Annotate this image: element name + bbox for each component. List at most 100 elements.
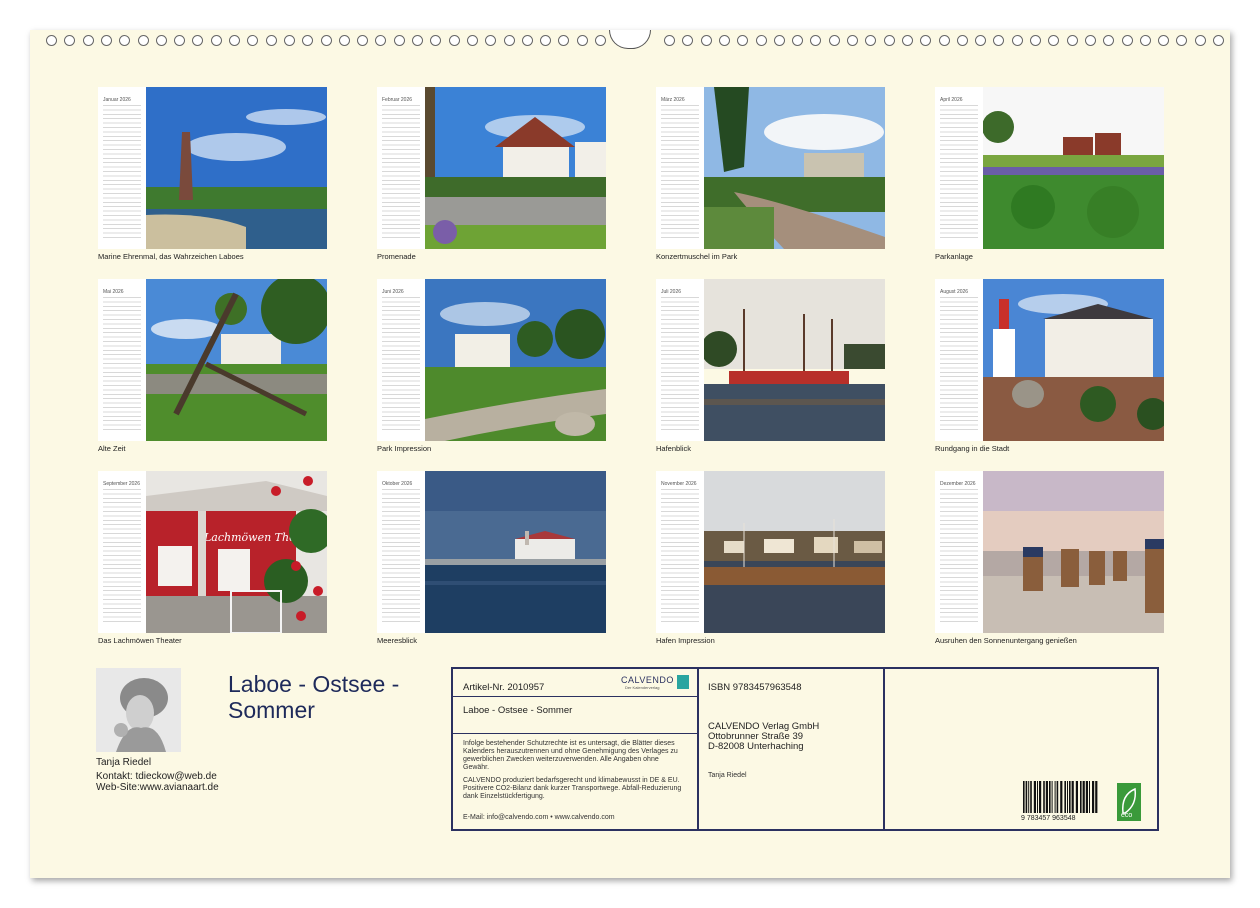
binding-hole xyxy=(847,35,858,46)
photo-parkanlage xyxy=(983,87,1164,249)
binding-hole xyxy=(393,35,405,46)
photo-marine-ehrenmal xyxy=(146,87,327,249)
photo-park-impression xyxy=(425,279,606,441)
binding-hole xyxy=(576,35,588,46)
month-may: Mai 2026 Alte Zeit xyxy=(98,279,327,453)
author-name: Tanja Riedel xyxy=(96,757,152,768)
binding-hole xyxy=(1158,35,1170,46)
month-september: September 2026 Lachmöwen Theater Das Lac… xyxy=(98,471,327,645)
month-november: November 2026 Hafen Impression xyxy=(656,471,885,645)
calendar-strip: April 2026 xyxy=(935,87,983,249)
binding-hole xyxy=(247,35,259,46)
binding-hole xyxy=(137,35,149,46)
photo-promenade xyxy=(425,87,606,249)
binding-hole xyxy=(737,35,749,46)
binding-hole xyxy=(1030,35,1041,46)
binding-hole xyxy=(265,35,277,46)
binding-hole xyxy=(901,35,913,46)
calendar-strip: März 2026 xyxy=(656,87,704,249)
binding-hole xyxy=(283,35,295,46)
binding-hole xyxy=(975,35,987,46)
month-name: Januar 2026 xyxy=(103,97,131,103)
month-name: August 2026 xyxy=(940,289,969,295)
photo-caption: Parkanlage xyxy=(935,252,973,261)
binding-hole xyxy=(338,35,350,46)
binding-hole xyxy=(682,35,694,46)
binding-hole xyxy=(883,35,895,46)
author-email: Kontakt: tdieckow@web.de xyxy=(96,771,217,782)
binding-hole xyxy=(828,35,840,46)
month-january: Januar 2026 Marine Ehrenmal, das Wahrzei… xyxy=(98,87,327,261)
month-name: Mai 2026 xyxy=(103,289,124,295)
photo-caption: Promenade xyxy=(377,252,416,261)
binding-hole xyxy=(1066,35,1078,46)
photo-caption: Das Lachmöwen Theater xyxy=(98,636,182,645)
binding-hole xyxy=(718,35,730,46)
photo-caption: Rundgang in die Stadt xyxy=(935,444,1010,453)
calendar-strip: Mai 2026 xyxy=(98,279,146,441)
month-december: Dezember 2026 Ausruhen den Sonnenunterga… xyxy=(935,471,1164,645)
binding-hole xyxy=(540,35,552,46)
binding-hole xyxy=(1121,35,1133,46)
binding-hole xyxy=(485,35,497,46)
month-name: Juli 2026 xyxy=(661,289,682,295)
month-february: Februar 2026 Promenade xyxy=(377,87,606,261)
binding-hole xyxy=(773,35,785,46)
photo-caption: Hafenblick xyxy=(656,444,692,453)
binding-hole xyxy=(993,35,1005,46)
photo-alte-zeit xyxy=(146,279,327,441)
barcode: 9 783457 963548 xyxy=(1021,781,1101,825)
binding-hole xyxy=(1011,35,1023,46)
month-october: Oktober 2026 Meeresblick xyxy=(377,471,606,645)
photo-caption: Hafen Impression xyxy=(656,636,715,645)
binding-hole xyxy=(503,35,515,46)
legal-notice: Infolge bestehender Schutzrechte ist es … xyxy=(463,740,678,771)
calendar-strip: Januar 2026 xyxy=(98,87,146,249)
photo-caption: Marine Ehrenmal, das Wahrzeichen Laboes xyxy=(98,252,244,261)
month-august: August 2026 Rundgang in die Stadt xyxy=(935,279,1164,453)
month-name: November 2026 xyxy=(661,481,697,487)
calendar-strip: Oktober 2026 xyxy=(377,471,425,633)
calendar-strip: August 2026 xyxy=(935,279,983,441)
binding-hole xyxy=(810,35,822,46)
photo-strandkoerbe xyxy=(983,471,1164,633)
photo-caption: Konzertmuschel im Park xyxy=(656,252,738,261)
binding-hole xyxy=(192,35,204,46)
author-website: Web-Site:www.avianaart.de xyxy=(96,782,219,793)
binding-hole xyxy=(155,35,167,46)
photo-hafenblick xyxy=(704,279,885,441)
month-april: April 2026 Parkanlage xyxy=(935,87,1164,261)
binding-hole xyxy=(1194,35,1206,46)
calvendo-logo: CALVENDO Der Kalenderverlag xyxy=(621,675,691,693)
binding-hole xyxy=(920,35,932,46)
binding-hole xyxy=(82,35,94,46)
author-contact: Kontakt: tdieckow@web.de Web-Site:www.av… xyxy=(96,771,219,793)
month-name: Februar 2026 xyxy=(382,97,413,103)
binding-hole xyxy=(865,35,877,46)
publisher-info-box: Artikel-Nr. 2010957 CALVENDO Der Kalende… xyxy=(451,667,1159,831)
month-june: Juni 2026 Park Impression xyxy=(377,279,606,453)
binding-hole xyxy=(1048,35,1060,46)
binding-hole xyxy=(521,35,533,46)
binding-hole xyxy=(792,35,804,46)
month-july: Juli 2026 Hafenblick xyxy=(656,279,885,453)
photo-caption: Alte Zeit xyxy=(98,444,126,453)
calendar-title: Laboe - Ostsee - Sommer xyxy=(228,671,400,723)
binding-hole xyxy=(1103,35,1115,46)
binding-hole xyxy=(229,35,240,46)
binding-hole xyxy=(448,35,460,46)
month-name: September 2026 xyxy=(103,481,140,487)
photo-meeresblick xyxy=(425,471,606,633)
photo-caption: Meeresblick xyxy=(377,636,418,645)
month-name: April 2026 xyxy=(940,97,963,103)
binding-hole xyxy=(357,35,369,46)
binding-hole xyxy=(1084,35,1096,46)
binding-hole xyxy=(64,35,76,46)
binding-hole xyxy=(956,35,968,46)
binding-hole xyxy=(1213,35,1224,46)
binding-hole xyxy=(558,35,570,46)
binding-hole xyxy=(430,35,442,46)
binding-hole xyxy=(174,35,186,46)
publisher-city: D-82008 Unterhaching xyxy=(708,741,804,752)
calendar-strip: Dezember 2026 xyxy=(935,471,983,633)
